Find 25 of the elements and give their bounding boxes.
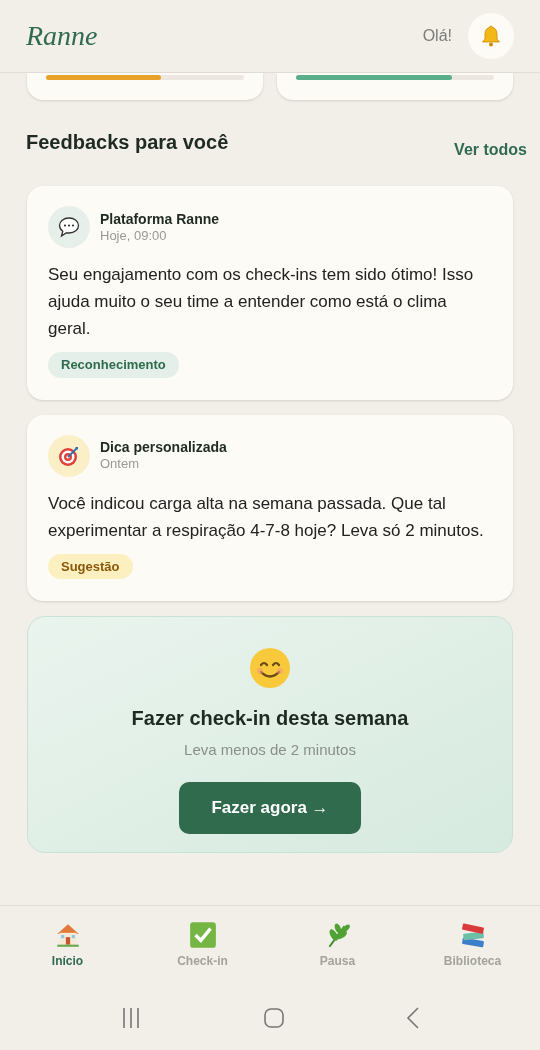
notification-button[interactable] <box>468 13 514 59</box>
timestamp: Hoje, 09:00 <box>100 227 168 244</box>
checkin-subtitle: Leva menos de 2 minutos <box>184 740 356 760</box>
bell-icon <box>479 24 503 48</box>
section-title: Feedbacks para você <box>26 130 229 155</box>
app-logo: Ranne <box>26 19 98 53</box>
nav-tab[interactable]: Início <box>0 906 135 986</box>
home-icon[interactable] <box>263 1007 285 1029</box>
back-icon[interactable] <box>405 1007 420 1029</box>
start-checkin-button[interactable]: Fazer agora → <box>179 781 361 834</box>
checkin-title: Fazer check-in desta semana <box>131 706 409 731</box>
greeting-text: Olá! <box>422 26 452 46</box>
see-all-link[interactable]: Ver todos <box>454 138 527 162</box>
timestamp: Ontem <box>100 456 140 472</box>
feedback-text: Você indicou carga alta na semana passada. Que tal experimentar a respiração 4-7-8 hoje? Leva só 2 minutos. <box>48 492 485 542</box>
category-tag: Sugestão <box>48 553 133 579</box>
checkbox-icon <box>187 920 218 950</box>
summary-card[interactable] <box>27 73 263 100</box>
sender-name: Dica personalizada <box>100 439 227 456</box>
feedback-text: Seu engajamento com os check-ins tem sido ótimo! Isso ajuda muito o seu time a entender como está o clima geral. <box>48 264 475 340</box>
summary-card[interactable] <box>277 73 513 100</box>
speech-bubble-icon <box>57 215 81 239</box>
sender-name: Plataforma Ranne <box>100 210 220 228</box>
category-tag: Reconhecimento <box>48 352 179 378</box>
smiley-icon <box>249 647 291 689</box>
